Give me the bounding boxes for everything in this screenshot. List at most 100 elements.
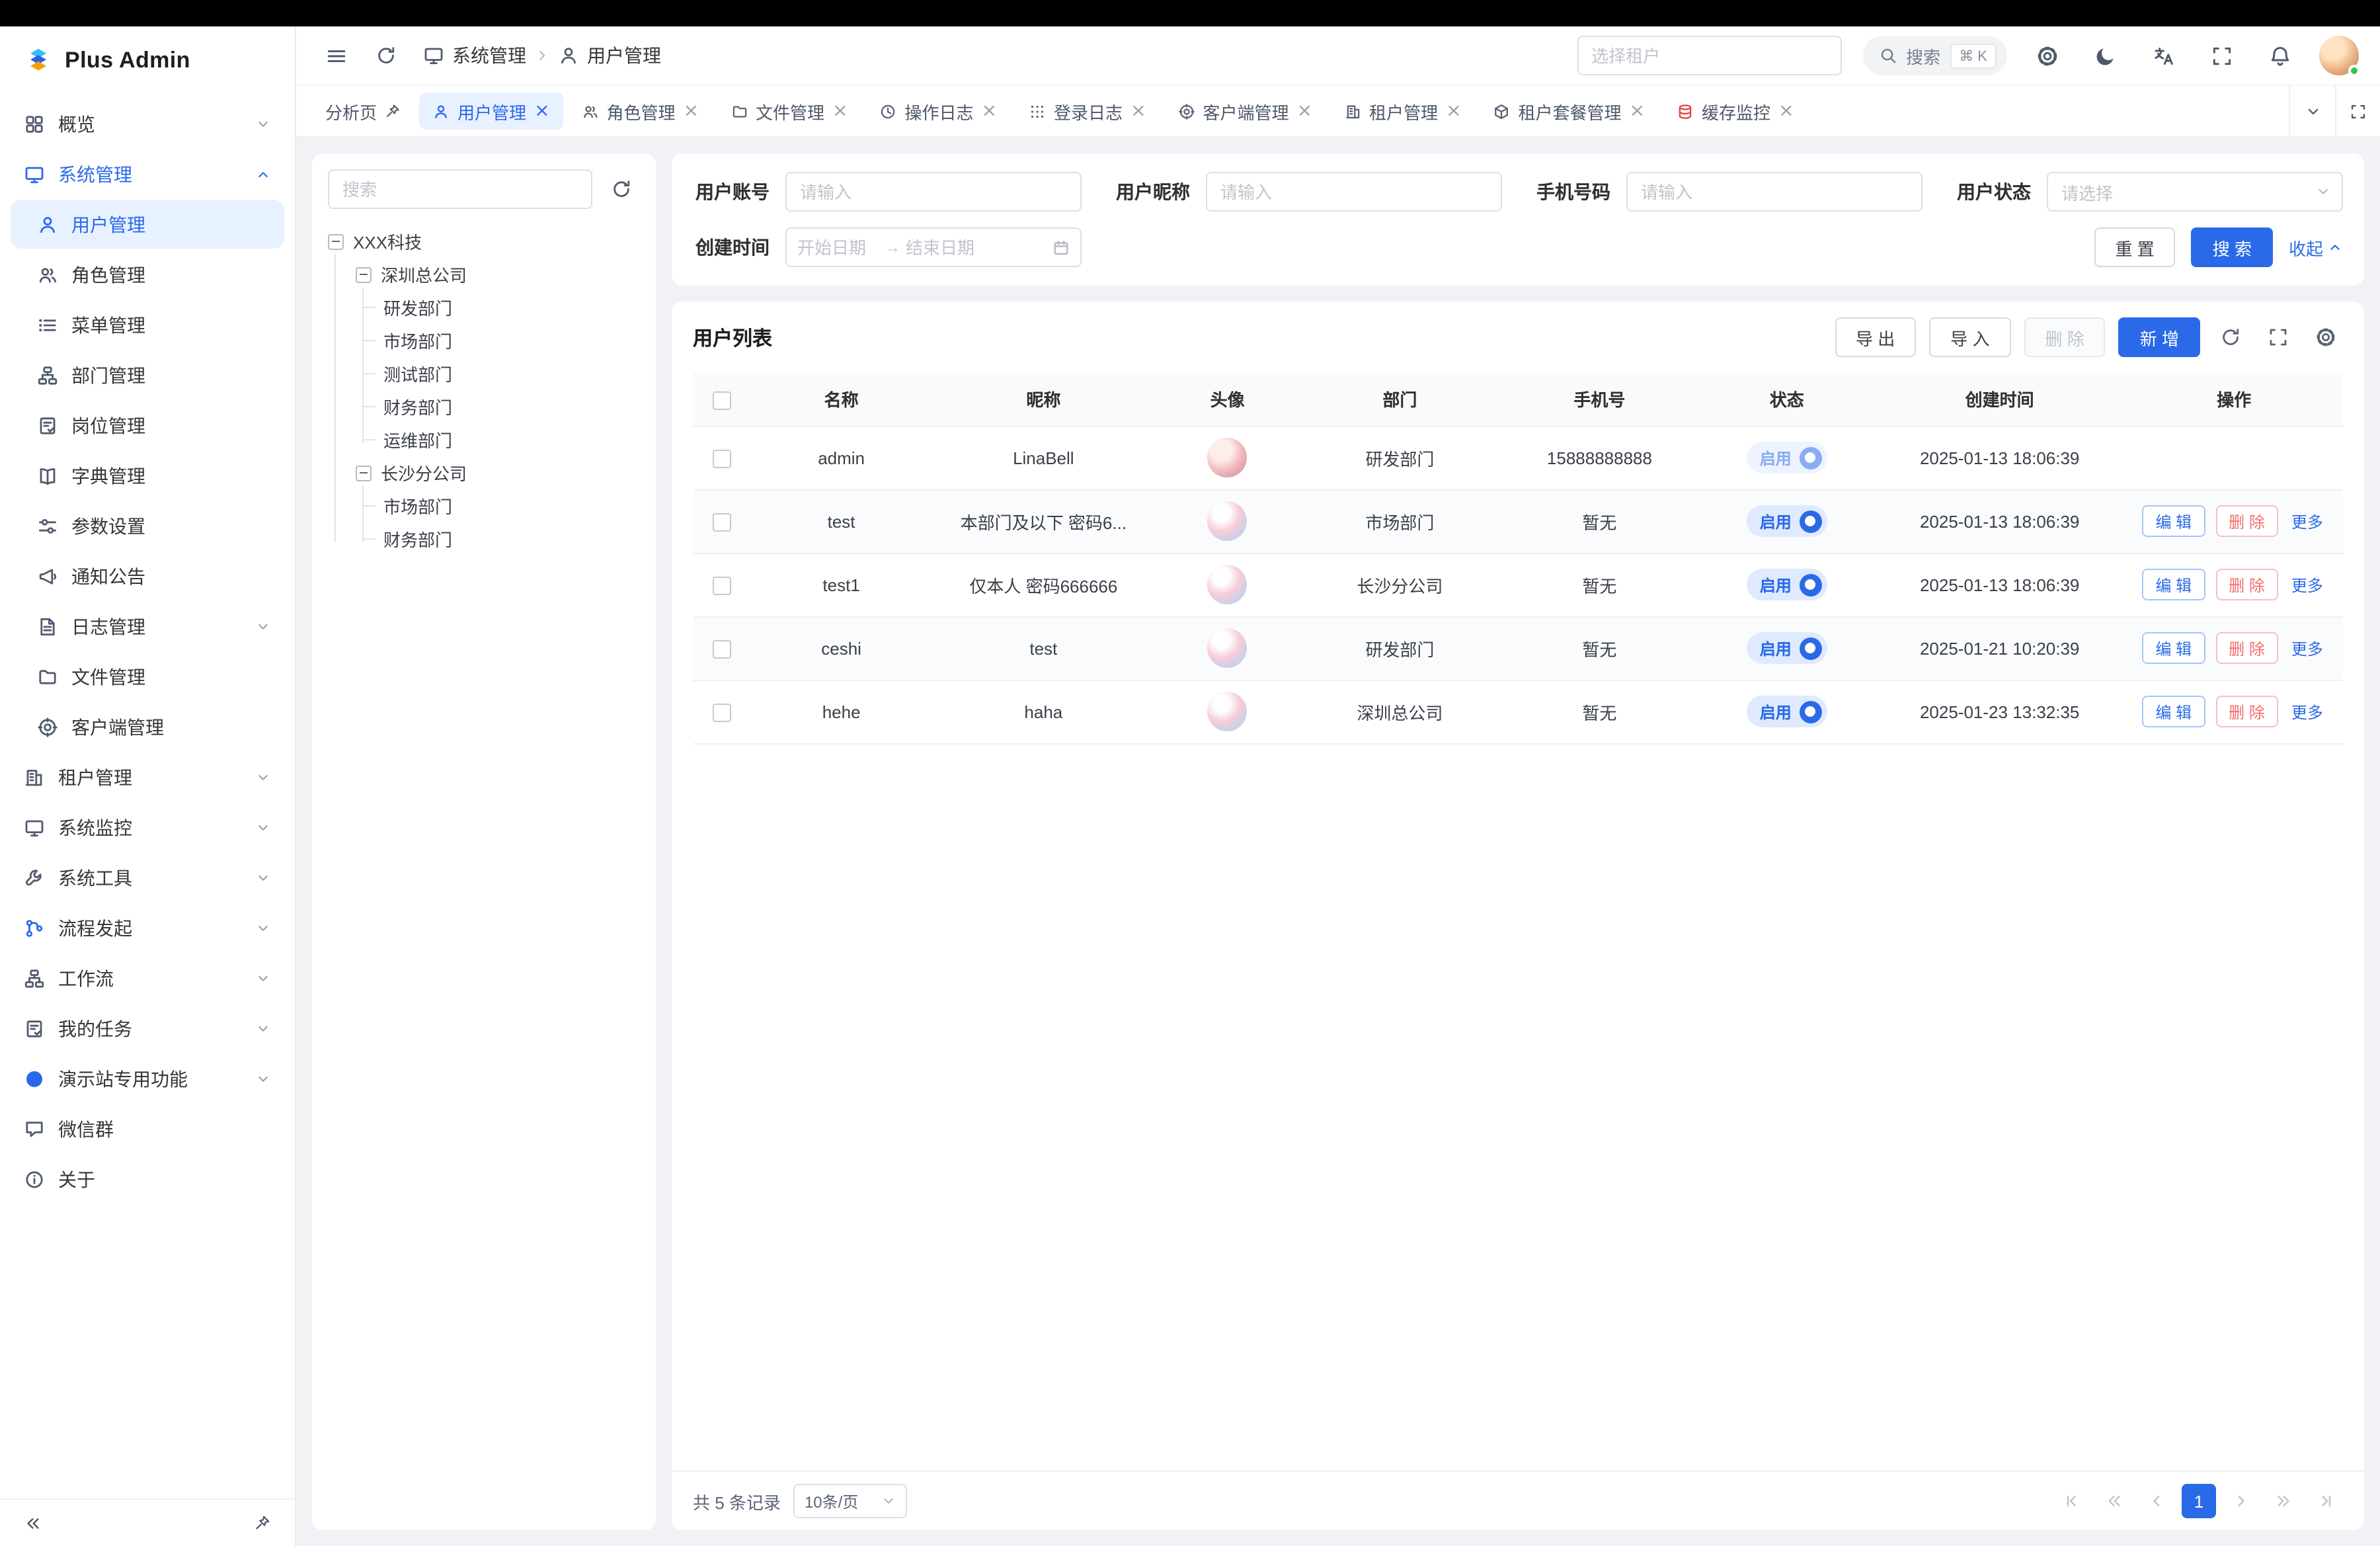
last-page-button[interactable] — [2309, 1484, 2343, 1518]
close-tab-icon[interactable]: × — [832, 102, 848, 120]
dept-search-input[interactable] — [328, 169, 592, 209]
table-row[interactable]: admin LinaBell 研发部门 15888888888 启用 2025-… — [693, 426, 2343, 489]
tab-analysis[interactable]: 分析页 — [312, 93, 414, 130]
tab-user-mgmt[interactable]: 用户管理 × — [419, 93, 563, 130]
add-button[interactable]: 新 增 — [2119, 317, 2200, 357]
edit-button[interactable]: 编 辑 — [2142, 569, 2205, 600]
user-avatar[interactable] — [2319, 36, 2359, 75]
collapse-node-icon[interactable] — [356, 266, 372, 282]
first-page-button[interactable] — [2055, 1484, 2089, 1518]
sidebar-item-process-start[interactable]: 流程发起 — [11, 903, 284, 952]
theme-toggle-button[interactable] — [2086, 37, 2123, 74]
sidebar-item-overview[interactable]: 概览 — [11, 99, 284, 148]
sidebar-item-user-mgmt[interactable]: 用户管理 — [11, 200, 284, 249]
sidebar-item-role-mgmt[interactable]: 角色管理 — [11, 250, 284, 299]
collapse-node-icon[interactable] — [328, 233, 344, 249]
sidebar-item-system-monitor[interactable]: 系统监控 — [11, 803, 284, 852]
close-tab-icon[interactable]: × — [684, 102, 699, 120]
sidebar-item-demo-features[interactable]: 演示站专用功能 — [11, 1054, 284, 1103]
status-toggle[interactable]: 启用 — [1747, 442, 1827, 473]
close-tab-icon[interactable]: × — [982, 102, 997, 120]
column-settings-button[interactable] — [2309, 320, 2343, 354]
sidebar-item-param-settings[interactable]: 参数设置 — [11, 501, 284, 550]
row-checkbox[interactable] — [713, 577, 731, 595]
breadcrumb-root[interactable]: 系统管理 — [452, 42, 526, 69]
tree-node-branch[interactable]: 长沙分公司 — [356, 456, 640, 489]
tab-client-mgmt[interactable]: 客户端管理 × — [1165, 93, 1326, 130]
table-row[interactable]: hehe haha 深圳总公司 暂无 启用 2025-01-23 13:32:3… — [693, 680, 2343, 743]
table-row[interactable]: test 本部门及以下 密码6... 市场部门 暂无 启用 2025-01-13… — [693, 489, 2343, 553]
tree-node-dept[interactable]: 市场部门 — [383, 324, 640, 357]
edit-button[interactable]: 编 辑 — [2142, 696, 2205, 727]
row-checkbox[interactable] — [713, 640, 731, 659]
collapse-sidebar-button[interactable] — [19, 1508, 48, 1537]
delete-row-button[interactable]: 删 除 — [2215, 632, 2278, 664]
tabs-menu-button[interactable] — [2290, 86, 2335, 136]
sidebar-item-about[interactable]: 关于 — [11, 1155, 284, 1203]
sidebar-item-my-tasks[interactable]: 我的任务 — [11, 1004, 284, 1053]
sidebar-item-post-mgmt[interactable]: 岗位管理 — [11, 401, 284, 450]
row-checkbox[interactable] — [713, 450, 731, 468]
sidebar-item-system-mgmt[interactable]: 系统管理 — [11, 149, 284, 198]
refresh-page-button[interactable] — [368, 37, 405, 74]
tree-node-dept[interactable]: 运维部门 — [383, 423, 640, 456]
tab-operation-log[interactable]: 操作日志 × — [867, 93, 1011, 130]
more-button[interactable]: 更多 — [2289, 505, 2326, 537]
table-refresh-button[interactable] — [2213, 320, 2248, 354]
edit-button[interactable]: 编 辑 — [2142, 505, 2205, 537]
global-search-button[interactable]: 搜索 ⌘ K — [1862, 36, 2007, 75]
sidebar-item-notice[interactable]: 通知公告 — [11, 551, 284, 600]
settings-button[interactable] — [2028, 37, 2065, 74]
delete-row-button[interactable]: 删 除 — [2215, 505, 2278, 537]
prev-page-button[interactable] — [2139, 1484, 2174, 1518]
delete-row-button[interactable]: 删 除 — [2215, 569, 2278, 600]
import-button[interactable]: 导 入 — [1929, 317, 2010, 357]
next-page-button[interactable] — [2224, 1484, 2258, 1518]
end-date-input[interactable] — [906, 237, 988, 257]
tab-role-mgmt[interactable]: 角色管理 × — [569, 93, 713, 130]
status-toggle[interactable]: 启用 — [1747, 696, 1827, 727]
tenant-select-input[interactable] — [1577, 36, 1841, 75]
phone-input[interactable] — [1626, 172, 1923, 212]
current-page[interactable]: 1 — [2182, 1484, 2216, 1518]
sidebar-item-file-mgmt[interactable]: 文件管理 — [11, 652, 284, 701]
fullscreen-button[interactable] — [2203, 37, 2240, 74]
delete-row-button[interactable]: 删 除 — [2215, 696, 2278, 727]
sidebar-pin-button[interactable] — [247, 1508, 276, 1537]
content-fullscreen-button[interactable] — [2335, 86, 2380, 136]
app-logo[interactable]: Plus Admin — [0, 26, 295, 95]
more-button[interactable]: 更多 — [2289, 569, 2326, 600]
sidebar-item-system-tools[interactable]: 系统工具 — [11, 853, 284, 902]
sidebar-item-tenant-mgmt[interactable]: 租户管理 — [11, 753, 284, 801]
tree-node-branch[interactable]: 深圳总公司 — [356, 258, 640, 291]
tree-node-company[interactable]: XXX科技 — [328, 225, 640, 258]
close-tab-icon[interactable]: × — [1446, 102, 1461, 120]
table-fullscreen-button[interactable] — [2261, 320, 2295, 354]
tab-tenant-package-mgmt[interactable]: 租户套餐管理 × — [1480, 93, 1659, 130]
status-toggle[interactable]: 启用 — [1747, 505, 1827, 537]
tree-refresh-button[interactable] — [603, 171, 640, 208]
tab-file-mgmt[interactable]: 文件管理 × — [717, 93, 861, 130]
language-button[interactable] — [2145, 37, 2182, 74]
tree-node-dept[interactable]: 研发部门 — [383, 291, 640, 324]
tree-node-dept[interactable]: 测试部门 — [383, 357, 640, 390]
tree-node-dept[interactable]: 财务部门 — [383, 522, 640, 555]
jump-forward-button[interactable] — [2266, 1484, 2301, 1518]
row-checkbox[interactable] — [713, 704, 731, 722]
tree-node-dept[interactable]: 财务部门 — [383, 390, 640, 423]
account-input[interactable] — [785, 172, 1082, 212]
status-select[interactable]: 请选择 — [2047, 172, 2343, 212]
sidebar-item-workflow[interactable]: 工作流 — [11, 954, 284, 1002]
sidebar-item-wechat-group[interactable]: 微信群 — [11, 1104, 284, 1153]
more-button[interactable]: 更多 — [2289, 696, 2326, 727]
status-toggle[interactable]: 启用 — [1747, 569, 1827, 600]
table-row[interactable]: ceshi test 研发部门 暂无 启用 2025-01-21 10:20:3… — [693, 616, 2343, 680]
tab-login-log[interactable]: 登录日志 × — [1015, 93, 1160, 130]
sidebar-item-client-mgmt[interactable]: 客户端管理 — [11, 702, 284, 751]
reset-button[interactable]: 重 置 — [2094, 227, 2175, 267]
date-range-picker[interactable]: → — [785, 227, 1082, 267]
status-toggle[interactable]: 启用 — [1747, 632, 1827, 664]
sidebar-item-dict-mgmt[interactable]: 字典管理 — [11, 451, 284, 500]
close-tab-icon[interactable]: × — [1297, 102, 1312, 120]
table-row[interactable]: test1 仅本人 密码666666 长沙分公司 暂无 启用 2025-01-1… — [693, 553, 2343, 616]
